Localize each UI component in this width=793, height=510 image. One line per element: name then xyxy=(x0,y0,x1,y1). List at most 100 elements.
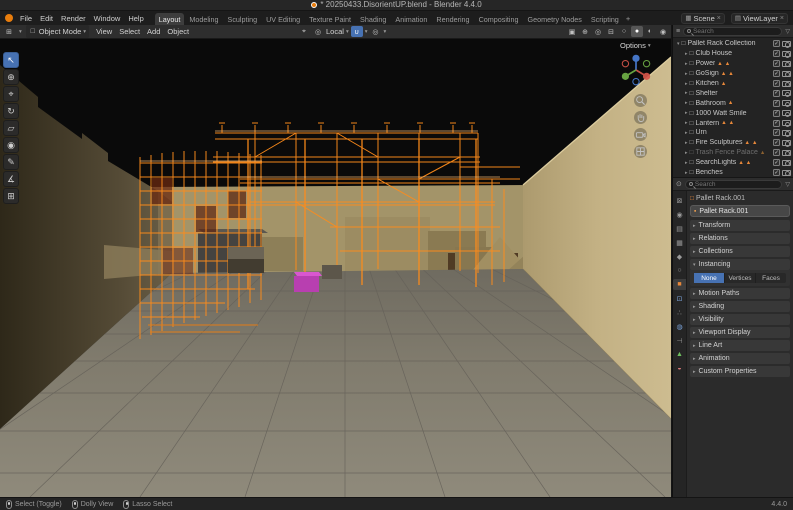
tool-button[interactable]: ∡ xyxy=(3,171,19,187)
exclude-checkbox[interactable]: ✓ xyxy=(773,169,780,176)
instancing-panel-header[interactable]: ▾ Instancing xyxy=(690,259,790,270)
viewport-menu-item[interactable]: Add xyxy=(144,27,163,36)
render-visibility-icon[interactable] xyxy=(782,130,791,136)
instancing-option[interactable]: Faces xyxy=(756,273,786,283)
properties-editor-icon[interactable]: ⊙ xyxy=(676,180,682,188)
properties-search-input[interactable] xyxy=(695,181,779,188)
workspace-tab[interactable]: Animation xyxy=(391,13,431,25)
outliner-editor-icon[interactable]: ≡ xyxy=(676,28,680,35)
workspace-tab[interactable]: Scripting xyxy=(587,13,623,25)
render-visibility-icon[interactable] xyxy=(782,120,791,126)
header-toggle-icon[interactable]: ⊟ xyxy=(605,26,617,37)
viewport-menu-item[interactable]: Select xyxy=(116,27,143,36)
render-visibility-icon[interactable] xyxy=(782,110,791,116)
ortho-toggle-button[interactable] xyxy=(634,145,647,158)
properties-panel-header[interactable]: ▸ Collections xyxy=(690,246,790,257)
expand-closed-icon[interactable]: ▸ xyxy=(685,61,688,67)
expand-closed-icon[interactable]: ▸ xyxy=(685,140,688,146)
render-visibility-icon[interactable] xyxy=(782,90,791,96)
tool-button[interactable]: ↖ xyxy=(3,52,19,68)
viewport-menu-item[interactable]: View xyxy=(93,27,115,36)
outliner-row[interactable]: ▸ □ Power ▲ ▲ ✓ xyxy=(673,59,793,69)
expand-closed-icon[interactable]: ▸ xyxy=(685,51,688,57)
outliner-row[interactable]: ▸ □ Fire Sculptures ▲ ▲ ✓ xyxy=(673,138,793,148)
render-visibility-icon[interactable] xyxy=(782,140,791,146)
options-dropdown[interactable]: Options▾ xyxy=(620,41,651,50)
pan-hand-button[interactable] xyxy=(634,111,647,124)
properties-tab[interactable]: ▦ xyxy=(673,237,686,248)
expand-closed-icon[interactable]: ▸ xyxy=(685,120,688,126)
expand-closed-icon[interactable]: ▸ xyxy=(685,130,688,136)
expand-closed-icon[interactable]: ▸ xyxy=(685,81,688,87)
object-name-field[interactable]: ▪ Pallet Rack.001 xyxy=(690,205,790,217)
blender-app-icon[interactable] xyxy=(5,14,13,22)
properties-panel-header[interactable]: ▸ Shading xyxy=(690,301,790,312)
menu-item[interactable]: File xyxy=(17,14,35,23)
expand-closed-icon[interactable]: ▸ xyxy=(685,160,688,166)
menu-item[interactable]: Edit xyxy=(37,14,56,23)
header-toggle-icon[interactable]: ◐ xyxy=(644,26,656,37)
properties-tab[interactable]: ⊡ xyxy=(673,293,686,304)
viewlayer-unlink-icon[interactable]: × xyxy=(780,15,784,22)
render-visibility-icon[interactable] xyxy=(782,170,791,176)
outliner-search-input[interactable] xyxy=(693,28,778,35)
outliner-row[interactable]: ▸ □ Club House ✓ xyxy=(673,49,793,59)
expand-open-icon[interactable]: ▾ xyxy=(677,41,680,47)
properties-tab[interactable]: ▲ xyxy=(673,349,686,360)
exclude-checkbox[interactable]: ✓ xyxy=(773,80,780,87)
workspace-tab[interactable]: Modeling xyxy=(185,13,222,25)
workspace-tab[interactable]: Rendering xyxy=(432,13,473,25)
properties-tab[interactable]: ○ xyxy=(673,265,686,276)
menu-item[interactable]: Render xyxy=(58,14,89,23)
properties-tab[interactable]: ◉ xyxy=(673,209,686,220)
scene-selector[interactable]: ▦ Scene × xyxy=(681,13,725,24)
header-toggle-icon[interactable]: ○ xyxy=(618,26,630,37)
tool-button[interactable]: ◉ xyxy=(3,137,19,153)
exclude-checkbox[interactable]: ✓ xyxy=(773,70,780,77)
exclude-checkbox[interactable]: ✓ xyxy=(773,159,780,166)
outliner-row[interactable]: ▸ □ Shelter ✓ xyxy=(673,88,793,98)
tool-button[interactable]: ✎ xyxy=(3,154,19,170)
instancing-option[interactable]: None xyxy=(694,273,725,283)
tool-button[interactable]: ⊕ xyxy=(3,69,19,85)
tool-button[interactable]: ⊞ xyxy=(3,188,19,204)
properties-tab[interactable]: ⊣ xyxy=(673,335,686,346)
exclude-checkbox[interactable]: ✓ xyxy=(773,120,780,127)
tool-button[interactable]: ↻ xyxy=(3,103,19,119)
outliner-row[interactable]: ▸ □ 1000 Watt Smile ✓ xyxy=(673,108,793,118)
orientation-globe-icon[interactable]: ◎ xyxy=(312,26,324,37)
workspace-tab[interactable]: Sculpting xyxy=(224,13,262,25)
expand-closed-icon[interactable]: ▸ xyxy=(685,100,688,106)
properties-tab[interactable]: ∴ xyxy=(673,307,686,318)
exclude-checkbox[interactable]: ✓ xyxy=(773,50,780,57)
properties-tab[interactable]: ◍ xyxy=(673,321,686,332)
mode-dropdown[interactable]: □ Object Mode ▾ xyxy=(26,25,89,38)
properties-tab[interactable]: ▤ xyxy=(673,223,686,234)
header-toggle-icon[interactable]: ⊕ xyxy=(579,26,591,37)
breadcrumb-object-name[interactable]: Pallet Rack.001 xyxy=(696,195,745,202)
camera-view-button[interactable] xyxy=(634,128,647,141)
exclude-checkbox[interactable]: ✓ xyxy=(773,110,780,117)
workspace-tab[interactable]: Texture Paint xyxy=(305,13,355,25)
render-visibility-icon[interactable] xyxy=(782,81,791,87)
render-visibility-icon[interactable] xyxy=(782,150,791,156)
expand-closed-icon[interactable]: ▸ xyxy=(685,71,688,77)
add-workspace-button[interactable]: + xyxy=(623,13,633,24)
snap-magnet-icon[interactable]: ∪ xyxy=(351,26,363,37)
viewport-3d-scene[interactable] xyxy=(0,39,671,497)
properties-panel-header[interactable]: ▸ Transform xyxy=(690,220,790,231)
render-visibility-icon[interactable] xyxy=(782,71,791,77)
header-toggle-icon[interactable]: ◉ xyxy=(657,26,669,37)
outliner-row[interactable]: ▸ □ Urn ✓ xyxy=(673,128,793,138)
expand-closed-icon[interactable]: ▸ xyxy=(685,170,688,176)
zoom-button[interactable] xyxy=(634,94,647,107)
exclude-checkbox[interactable]: ✓ xyxy=(773,40,780,47)
outliner-row[interactable]: ▸ □ Trash Fence Palace ▲ ✓ xyxy=(673,148,793,158)
workspace-tab[interactable]: Layout xyxy=(155,13,185,25)
workspace-tab[interactable]: Shading xyxy=(356,13,390,25)
menu-item[interactable]: Help xyxy=(125,14,146,23)
navigation-gizmo[interactable] xyxy=(618,52,654,88)
editor-type-icon[interactable]: ⊞ xyxy=(3,26,15,37)
properties-tab[interactable]: ◒ xyxy=(673,363,686,374)
header-toggle-icon[interactable]: ● xyxy=(631,26,643,37)
